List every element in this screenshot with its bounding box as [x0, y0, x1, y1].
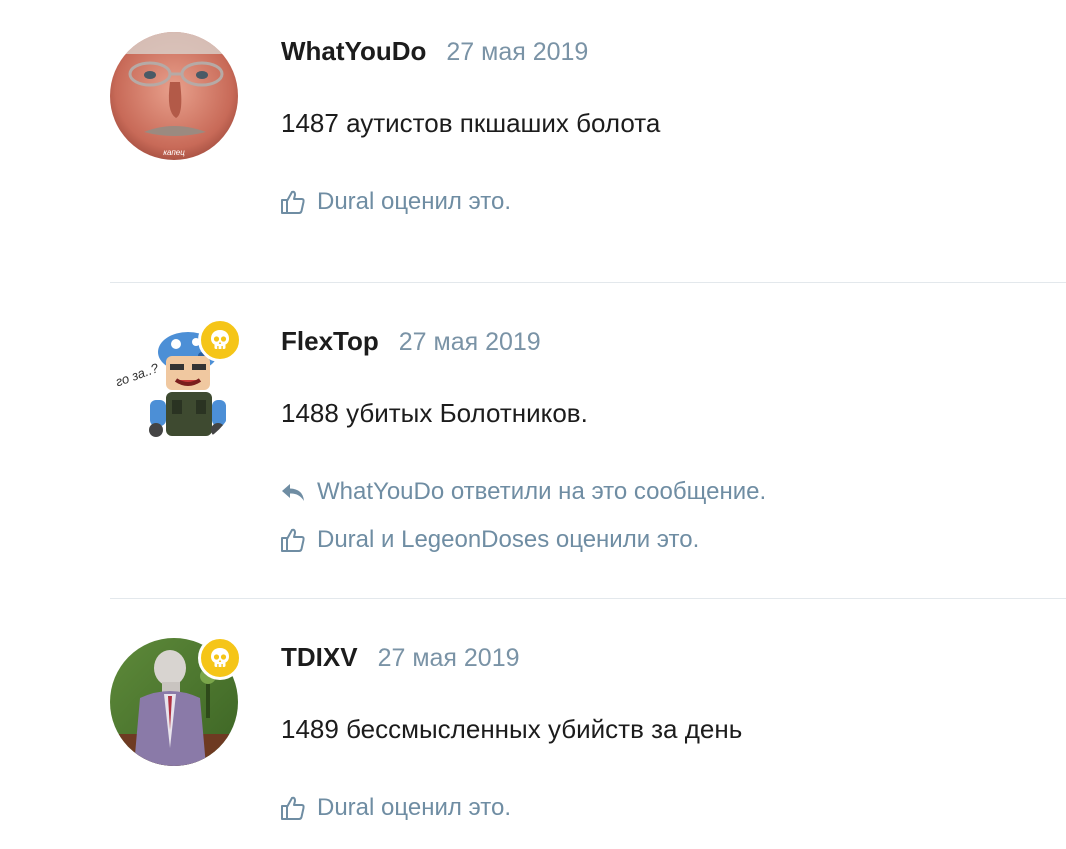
skull-badge	[198, 636, 242, 680]
post-header: TDIXV 27 мая 2019	[281, 642, 520, 673]
message-feed: капец WhatYouDo 27 мая 2019 1487 аутисто…	[0, 0, 1066, 849]
thumbs-up-icon	[279, 526, 307, 554]
skull-badge	[198, 318, 242, 362]
thumbs-up-icon	[279, 188, 307, 216]
reply-summary[interactable]: WhatYouDo ответили на это сообщение.	[279, 478, 766, 506]
avatar-whatyoudo[interactable]: капец	[110, 32, 238, 160]
post-message: 1488 убитых Болотников.	[281, 398, 588, 428]
thumbs-up-icon	[279, 794, 307, 822]
likes-text[interactable]: Dural оценил это.	[317, 794, 511, 822]
likes-text[interactable]: Dural и LegeonDoses оценили это.	[317, 526, 699, 554]
likes-summary[interactable]: Dural и LegeonDoses оценили это.	[279, 526, 699, 554]
post-date[interactable]: 27 мая 2019	[446, 38, 588, 67]
post-divider	[110, 598, 1066, 599]
likes-text[interactable]: Dural оценил это.	[317, 188, 511, 216]
post-date[interactable]: 27 мая 2019	[399, 328, 541, 357]
post-header: WhatYouDo 27 мая 2019	[281, 36, 588, 67]
avatar-caption: капец	[163, 148, 185, 157]
post-message: 1489 бессмысленных убийств за день	[281, 714, 743, 744]
reply-arrow-icon	[279, 478, 307, 506]
post-date[interactable]: 27 мая 2019	[378, 644, 520, 673]
username-link[interactable]: WhatYouDo	[281, 36, 426, 67]
post-header: FlexTop 27 мая 2019	[281, 326, 541, 357]
likes-summary[interactable]: Dural оценил это.	[279, 188, 511, 216]
avatar-flextop[interactable]: го за..?	[110, 318, 242, 448]
avatar-image: капец	[110, 32, 238, 160]
post-message: 1487 аутистов пкшаших болота	[281, 108, 661, 138]
reply-text[interactable]: WhatYouDo ответили на это сообщение.	[317, 478, 766, 506]
username-link[interactable]: TDIXV	[281, 642, 358, 673]
post-divider	[110, 282, 1066, 283]
username-link[interactable]: FlexTop	[281, 326, 379, 357]
avatar-tdixv[interactable]	[110, 636, 242, 766]
skull-icon	[211, 330, 229, 349]
likes-summary[interactable]: Dural оценил это.	[279, 794, 511, 822]
skull-icon	[211, 648, 229, 667]
